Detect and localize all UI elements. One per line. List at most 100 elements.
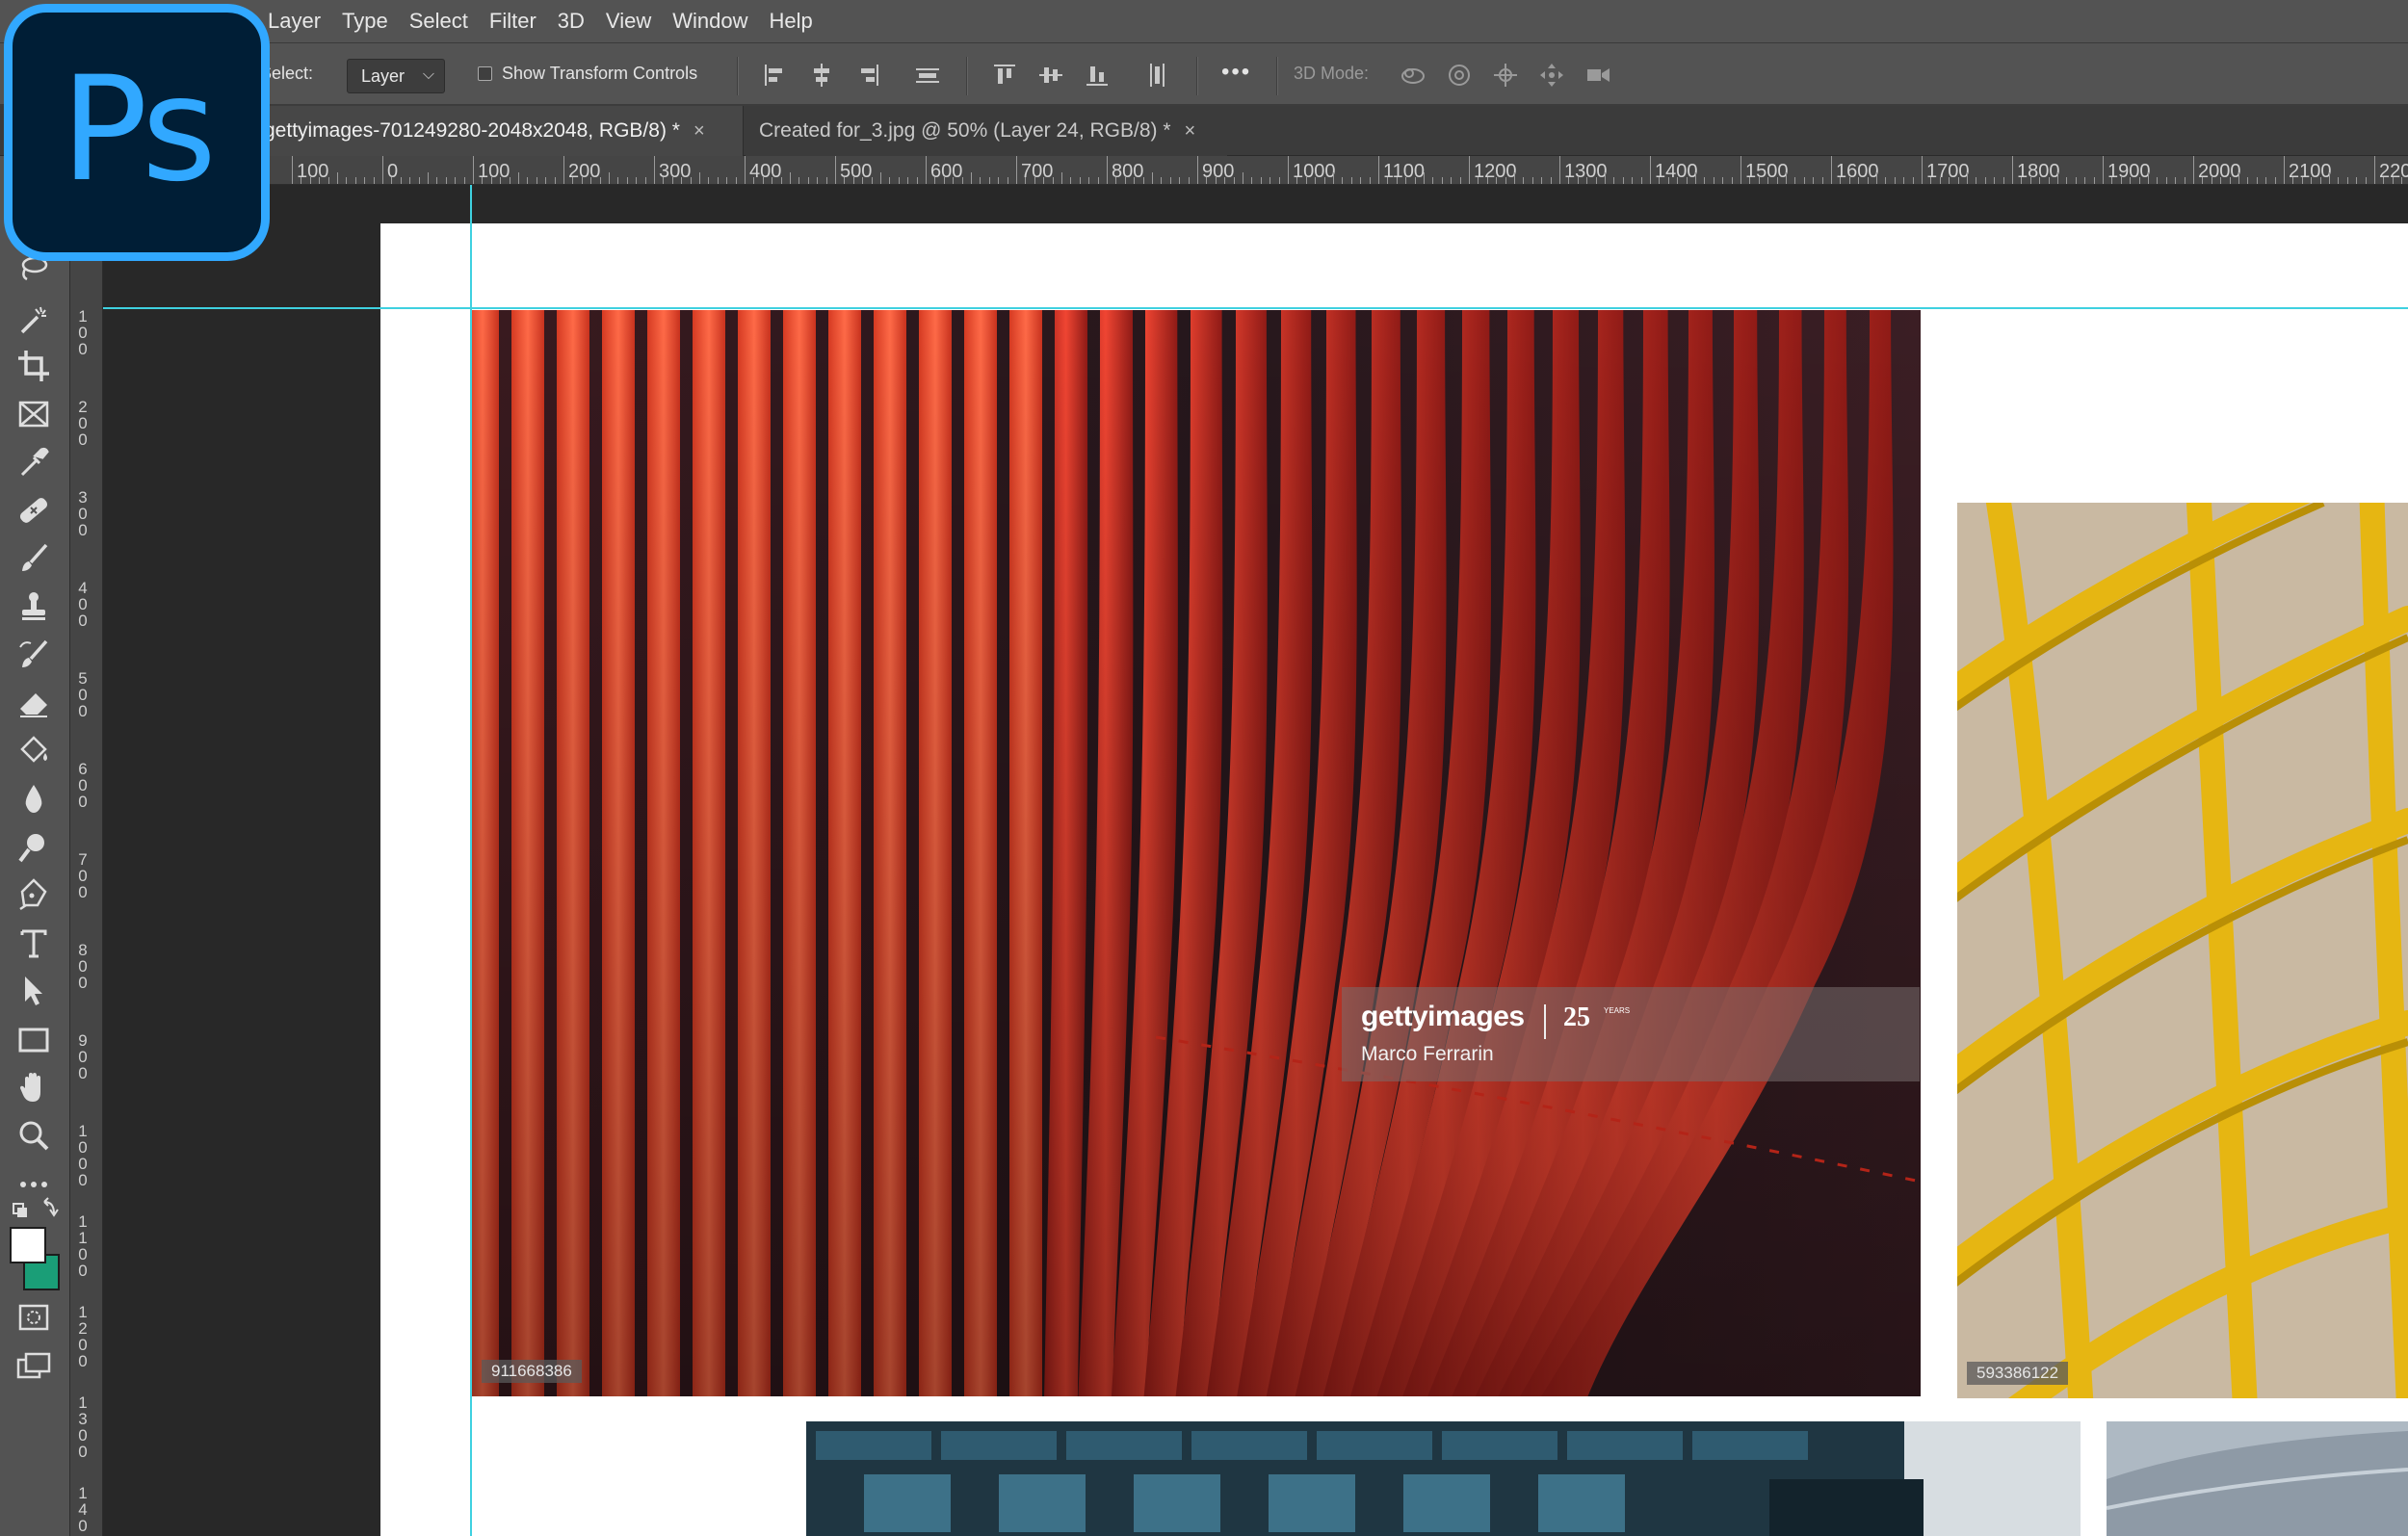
ruler-tick [943,177,945,184]
ruler-tick [681,177,683,184]
align-left-icon[interactable] [761,61,790,90]
zoom-tool[interactable] [14,1117,57,1156]
ruler-tick [1858,177,1860,184]
path-selection-tool[interactable] [14,973,57,1011]
vertical-ruler[interactable]: 100 200 300 400 500 600 700 800 900 1000 1100 1200 1… [70,185,103,1536]
menu-view[interactable]: View [606,9,651,34]
close-icon[interactable]: × [694,120,705,143]
horizontal-guide[interactable] [103,307,2408,309]
ruler-label: 300 [78,488,88,539]
tab-gettyimages[interactable]: gettyimages-701249280-2048x2048, RGB/8) … [250,106,744,156]
ruler-tick [1342,177,1344,184]
frame-icon [18,401,49,428]
menu-3d[interactable]: 3D [558,9,585,34]
ruler-tick [2057,172,2058,184]
type-tool[interactable] [14,924,57,963]
ruler-tick [364,177,366,184]
ruler-tick [644,177,646,184]
distribute-vertical-icon[interactable] [1142,61,1171,90]
ruler-label: 400 [78,579,88,630]
ruler-tick [1451,177,1453,184]
ruler-tick [1813,177,1815,184]
more-options-icon[interactable]: ••• [1221,59,1251,86]
pen-icon [19,878,47,911]
red-fins-image [472,310,1921,1396]
clone-stamp-tool[interactable] [14,587,57,626]
slide-3d-icon[interactable] [1537,61,1566,90]
watermark-divider [1544,1004,1546,1039]
ruler-tick [1731,177,1733,184]
menu-help[interactable]: Help [769,9,812,34]
foreground-color-swatch[interactable] [10,1227,46,1263]
paint-bucket-tool[interactable] [14,732,57,770]
align-middle-icon[interactable] [1036,61,1065,90]
ruler-tick [1667,177,1669,184]
vertical-guide[interactable] [470,185,472,1536]
orbit-3d-icon[interactable] [1399,61,1427,90]
ruler-tick [1867,177,1869,184]
frame-tool[interactable] [14,395,57,433]
magic-wand-tool[interactable] [14,300,57,339]
menu-type[interactable]: Type [342,9,388,34]
distribute-icon[interactable] [913,61,942,90]
menu-filter[interactable]: Filter [489,9,537,34]
align-bottom-icon[interactable] [1083,61,1112,90]
dodge-tool[interactable] [14,828,57,867]
menu-select[interactable]: Select [409,9,468,34]
ruler-tick [292,156,293,184]
swap-colors[interactable] [8,1194,62,1229]
align-top-icon[interactable] [990,61,1019,90]
ruler-tick [2012,156,2013,184]
horizontal-ruler[interactable]: 100 0 100 200 300 400 500 600 700 800 900 1000 1100 1… [58,156,2408,185]
eraser-tool[interactable] [14,684,57,722]
ruler-tick [663,177,665,184]
ruler-tick [726,177,728,184]
yellow-architecture-photo[interactable]: 593386122 [1957,503,2408,1398]
quick-mask-icon [18,1304,49,1331]
glass-building-photo[interactable] [806,1421,2081,1536]
tab-created-for[interactable]: Created for_3.jpg @ 50% (Layer 24, RGB/8… [746,106,1227,156]
ruler-tick [708,177,710,184]
roll-3d-icon[interactable] [1445,61,1474,90]
red-architecture-photo[interactable]: 911668386 [472,310,1921,1396]
rectangle-tool[interactable] [14,1021,57,1059]
align-center-icon[interactable] [807,61,836,90]
ruler-tick [1496,177,1498,184]
history-brush-tool[interactable] [14,636,57,674]
ruler-tick [445,177,447,184]
clone-stamp-icon [22,592,45,620]
blur-icon [25,785,42,813]
auto-select-dropdown[interactable]: Layer ⌵ [347,59,445,93]
scale-3d-icon[interactable] [1584,61,1612,90]
sky-building-photo[interactable] [2107,1421,2408,1536]
screen-mode-button[interactable] [14,1346,57,1385]
ruler-tick [1197,156,1198,184]
menu-layer[interactable]: Layer [268,9,321,34]
ruler-label: 1100 [78,1212,88,1280]
eyedropper-tool[interactable] [14,443,57,482]
ruler-tick [2229,177,2231,184]
close-icon[interactable]: × [1185,120,1196,143]
crop-tool[interactable] [14,347,57,385]
show-transform-checkbox[interactable] [478,66,492,81]
image-id-label: 593386122 [1967,1362,2069,1385]
glass-building-image [806,1421,2081,1536]
ruler-tick [2111,177,2113,184]
ruler-tick [1749,177,1751,184]
blur-tool[interactable] [14,780,57,819]
show-transform-label: Show Transform Controls [502,64,698,83]
ruler-tick [1514,172,1515,184]
menu-window[interactable]: Window [672,9,747,34]
ruler-tick [699,172,700,184]
brush-tool[interactable] [14,539,57,578]
healing-brush-tool[interactable] [14,491,57,530]
ruler-tick [971,172,972,184]
ruler-tick [545,177,547,184]
hand-icon [20,1073,40,1102]
align-right-icon[interactable] [853,61,882,90]
pan-3d-icon[interactable] [1491,61,1520,90]
quick-mask-button[interactable] [14,1298,57,1337]
ruler-tick [961,177,963,184]
hand-tool[interactable] [14,1069,57,1107]
pen-tool[interactable] [14,876,57,915]
